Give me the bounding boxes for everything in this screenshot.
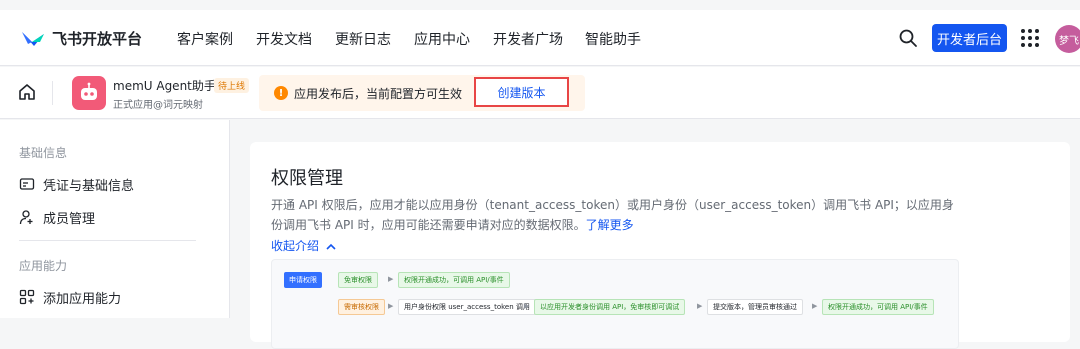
diagram-review: 需审核权限 [338,299,385,315]
diagram-submit: 提交版本，管理员审核通过 [707,299,803,315]
diagram-free-result: 权限开通成功，可调用 API/事件 [398,272,510,288]
apps-grid-icon[interactable] [1021,29,1039,47]
diagram-free: 免审权限 [338,272,378,288]
status-badge: 待上线 [214,78,250,93]
header-divider [52,81,53,105]
arrow-icon: ▶ [812,302,818,310]
app-subtitle: 正式应用@词元映射 [113,100,203,111]
collapse-label: 收起介绍 [271,239,320,253]
arrow-icon: ▶ [524,302,530,310]
diagram-final: 权限开通成功，可调用 API/事件 [822,299,934,315]
top-nav: 飞书开放平台 客户案例 开发文档 更新日志 应用中心 开发者广场 智能助手 开发… [0,10,1080,66]
learn-more-link[interactable]: 了解更多 [586,218,634,232]
notice-text: 应用发布后，当前配置方可生效 [294,87,463,101]
collapse-intro-link[interactable]: 收起介绍 [271,237,336,254]
nav-item-assistant[interactable]: 智能助手 [585,29,641,49]
arrow-icon: ▶ [388,275,394,283]
developer-console-button[interactable]: 开发者后台 [932,24,1007,52]
sidebar: 基础信息 凭证与基础信息 成员管理 应用能力 添加应用能力 [0,120,230,318]
robot-app-icon [72,76,106,110]
logo[interactable]: 飞书开放平台 [20,27,142,49]
feishu-logo-icon [22,32,44,46]
sidebar-item-add-capability[interactable]: 添加应用能力 [19,287,121,307]
warning-icon: ! [274,86,288,100]
page-title: 权限管理 [271,168,343,189]
app-name: memU Agent助手 [113,79,216,93]
app-header-bar: memU Agent助手 待上线 正式应用@词元映射 ! 应用发布后，当前配置方… [0,67,1080,119]
logo-text: 飞书开放平台 [52,29,143,48]
diagram-apply: 申请权限 [284,272,322,288]
nav-item-dev-square[interactable]: 开发者广场 [493,29,563,49]
sidebar-item-label: 添加应用能力 [43,291,122,307]
sidebar-divider [19,240,196,241]
diagram-user-identity: 用户身份权限 user_access_token 调用 [398,299,536,315]
main-content: 权限管理 开通 API 权限后，应用才能以应用身份（tenant_access_… [230,120,1080,349]
permissions-description: 开通 API 权限后，应用才能以应用身份（tenant_access_token… [271,195,961,235]
sidebar-group-basic: 基础信息 [19,146,68,160]
permission-flow-diagram: 申请权限 免审权限 ▶ 权限开通成功，可调用 API/事件 需审核权限 ▶ 用户… [271,259,959,349]
sidebar-item-members[interactable]: 成员管理 [19,207,95,227]
nav-item-cases[interactable]: 客户案例 [177,29,233,49]
create-version-button[interactable]: 创建版本 [474,77,569,107]
nav-item-app-center[interactable]: 应用中心 [414,29,470,49]
sidebar-item-credentials[interactable]: 凭证与基础信息 [19,174,134,194]
permissions-card: 权限管理 开通 API 权限后，应用才能以应用身份（tenant_access_… [250,142,1070,349]
arrow-icon: ▶ [697,302,703,310]
id-card-icon [19,178,35,190]
home-icon[interactable] [18,83,36,101]
grid-add-icon [19,289,35,305]
arrow-icon: ▶ [388,302,394,310]
sidebar-item-label: 成员管理 [43,211,96,227]
nav-item-changelog[interactable]: 更新日志 [335,29,391,49]
avatar[interactable]: 梦飞 [1055,25,1080,53]
sidebar-item-label: 凭证与基础信息 [43,178,135,194]
user-add-icon [19,210,33,225]
top-strip [0,0,1080,10]
sidebar-group-capabilities: 应用能力 [19,259,68,273]
publish-notice: ! 应用发布后，当前配置方可生效 创建版本 [259,75,585,111]
search-icon[interactable] [898,28,918,48]
diagram-user-result: 以应用开发者身份调用 API，免审核即可调试 [534,299,686,315]
chevron-up-icon [326,243,336,250]
nav-item-docs[interactable]: 开发文档 [256,29,312,49]
